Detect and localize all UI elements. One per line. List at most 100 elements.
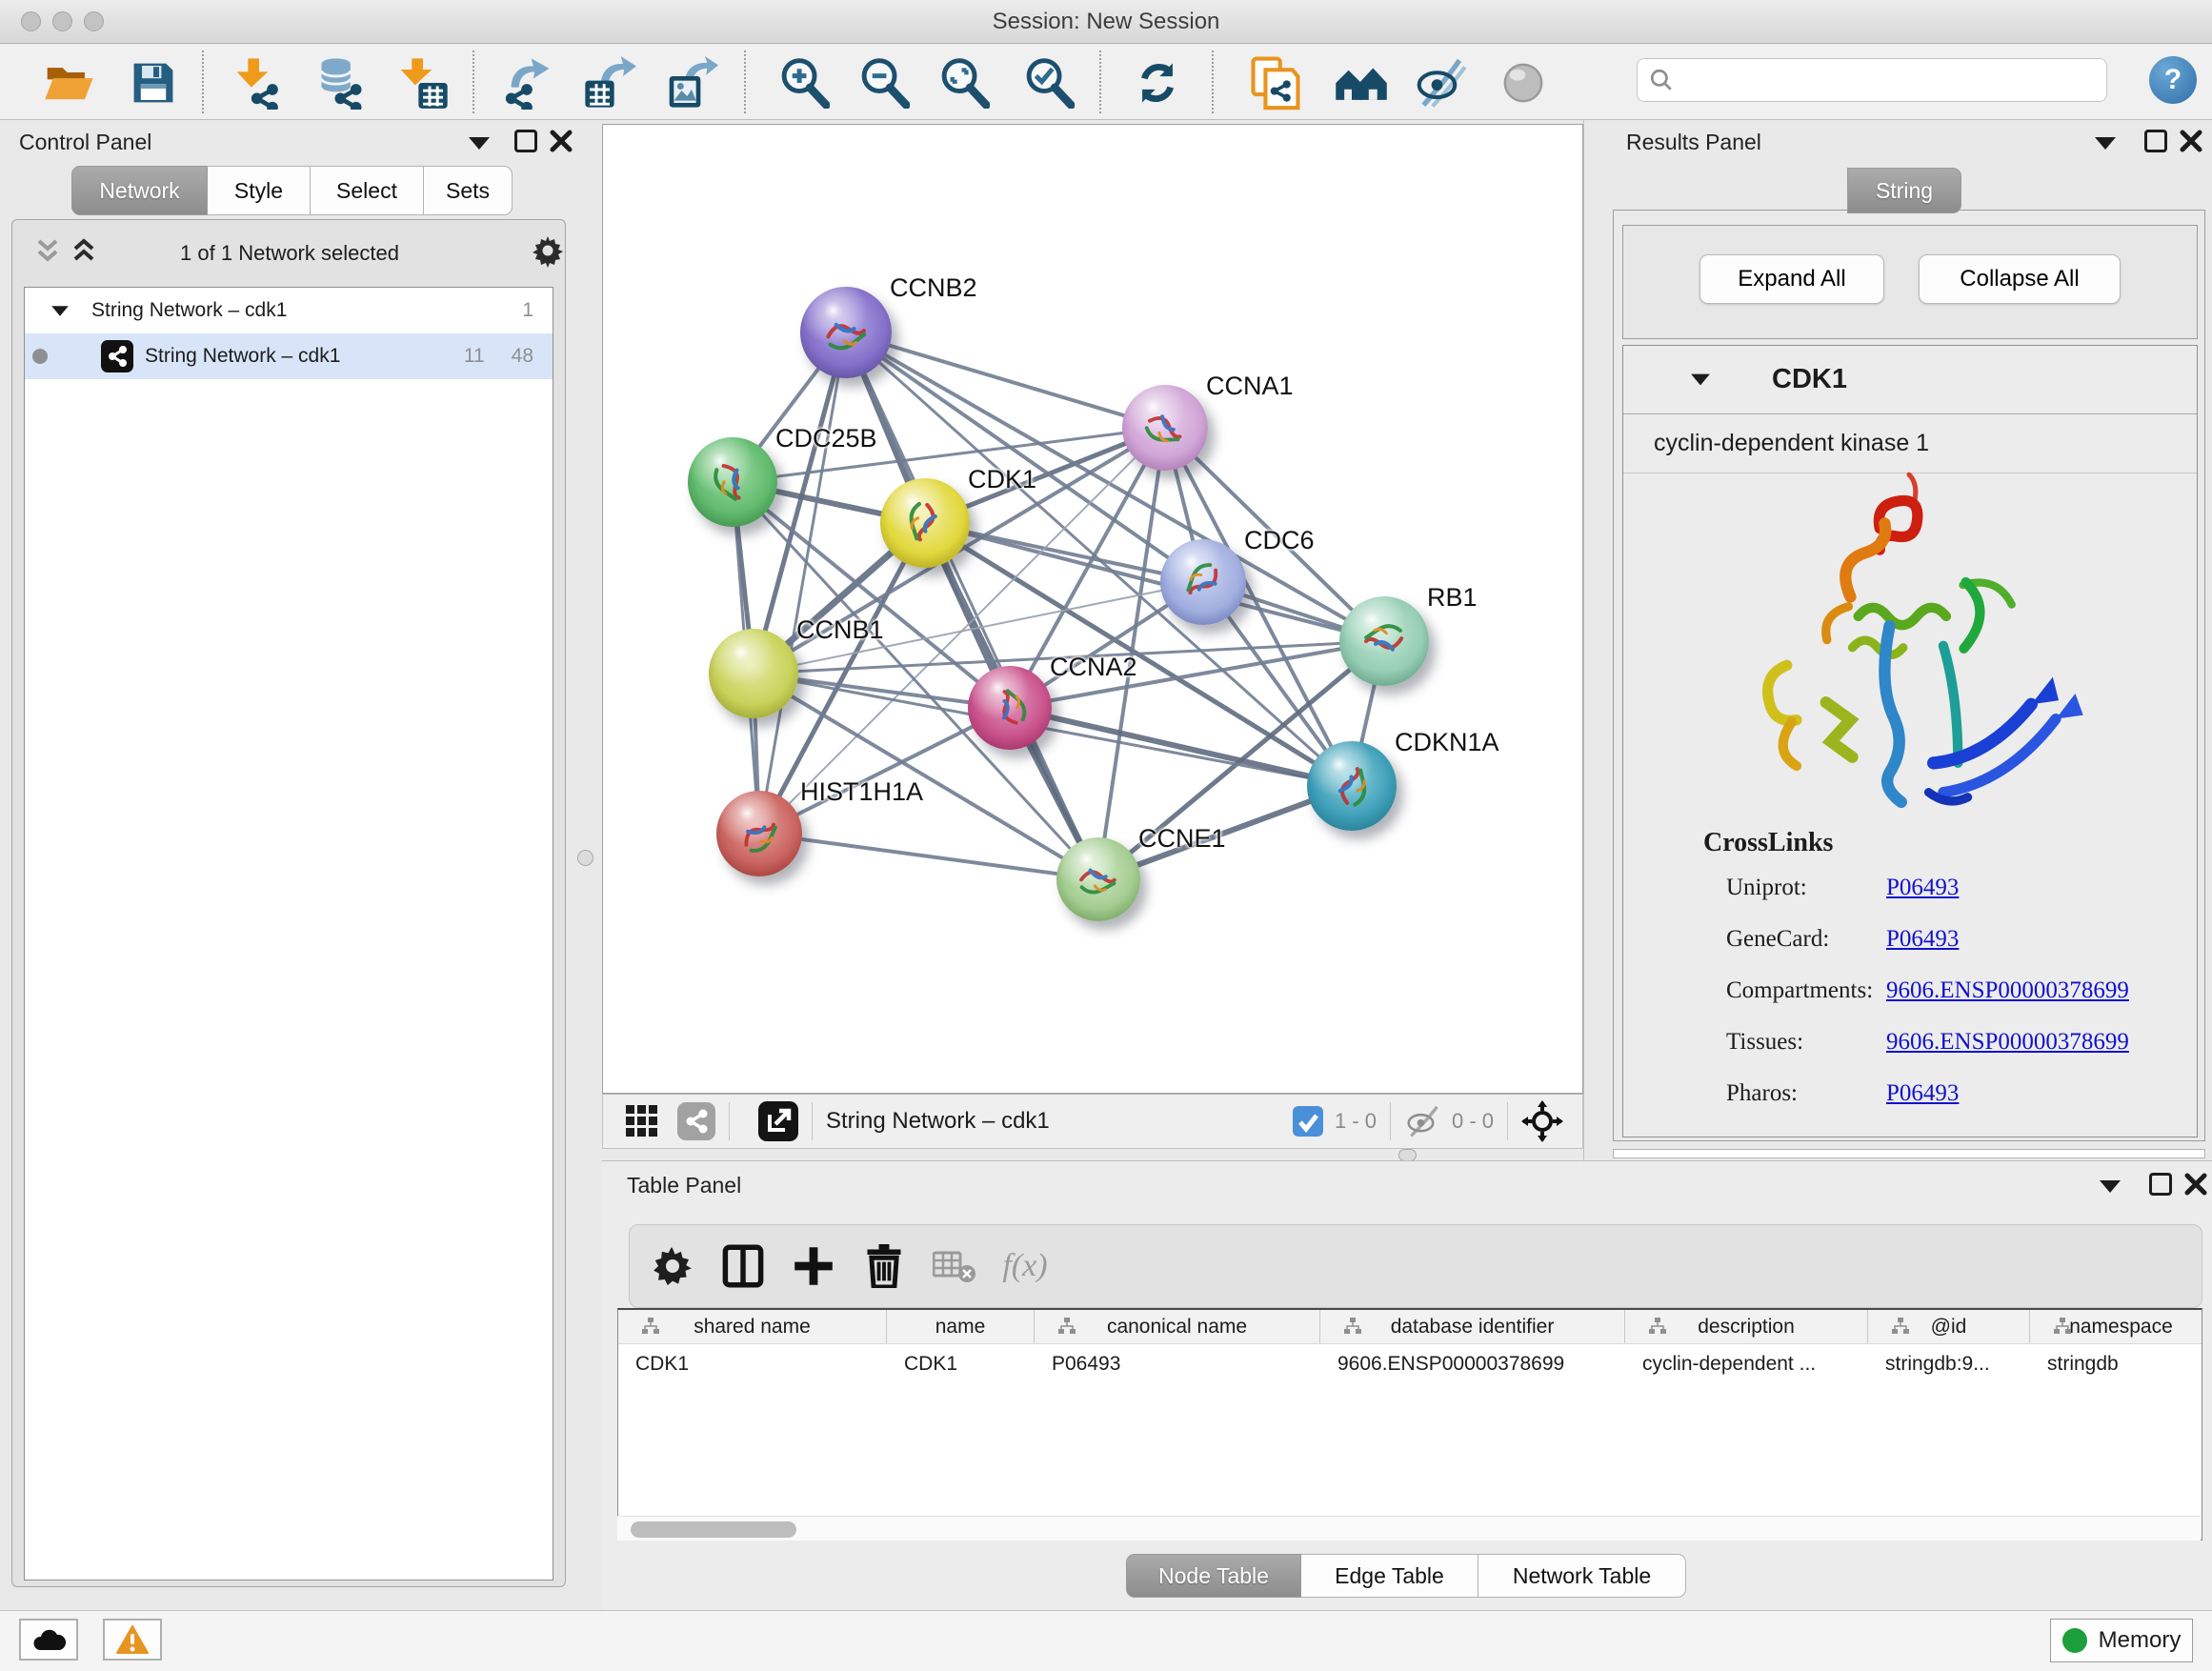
export-network-icon[interactable] [495, 52, 558, 113]
collapse-all-button[interactable]: Collapse All [1919, 254, 2121, 304]
zoom-window-button[interactable] [84, 11, 104, 31]
graph-node-rb1[interactable] [1339, 596, 1429, 686]
crosslink-link[interactable]: 9606.ENSP00000378699 [1886, 1029, 2129, 1056]
close-panel-icon[interactable] [2183, 1172, 2208, 1197]
graph-node-ccne1[interactable] [1056, 837, 1140, 921]
cloud-icon [31, 1627, 66, 1652]
share-icon[interactable] [677, 1102, 715, 1140]
graph-node-cdc25b[interactable] [688, 437, 777, 527]
column-header-canonical-name[interactable]: canonical name [1035, 1310, 1320, 1343]
column-header-description[interactable]: description [1625, 1310, 1868, 1343]
section-expander-icon[interactable] [1691, 374, 1710, 386]
crosslink-link[interactable]: P06493 [1886, 926, 1959, 953]
results-hscrollbar[interactable] [1613, 1149, 2205, 1158]
graph-node-ccna1[interactable] [1122, 385, 1208, 471]
save-session-icon[interactable] [122, 52, 185, 113]
table-hscrollbar-thumb[interactable] [631, 1521, 796, 1538]
open-in-new-window-icon[interactable] [758, 1101, 798, 1141]
zoom-out-icon[interactable] [853, 52, 915, 113]
import-network-icon[interactable] [228, 52, 291, 113]
zoom-fit-icon[interactable] [933, 52, 995, 113]
search-input[interactable] [1637, 58, 2107, 102]
column-header-label: database identifier [1391, 1316, 1555, 1339]
close-panel-icon[interactable] [549, 129, 573, 153]
tab-select[interactable]: Select [311, 166, 424, 215]
tab-node-table[interactable]: Node Table [1126, 1554, 1301, 1598]
show-column-panel-icon[interactable] [708, 1233, 778, 1299]
collection-expander-icon[interactable] [51, 306, 69, 315]
expand-all-button[interactable]: Expand All [1699, 254, 1884, 304]
left-splitter-handle[interactable] [577, 850, 593, 866]
memory-status-icon [2062, 1628, 2087, 1653]
birdseye-grid-icon[interactable] [624, 1103, 660, 1139]
column-header-name[interactable]: name [887, 1310, 1035, 1343]
protein-ribbon-icon [1067, 848, 1130, 911]
crosslink-link[interactable]: P06493 [1886, 875, 1959, 901]
crosslink-row: Tissues:9606.ENSP00000378699 [1623, 1017, 2199, 1068]
memory-button[interactable]: Memory [2050, 1619, 2193, 1662]
refresh-icon[interactable] [1126, 52, 1189, 113]
copy-share-document-icon[interactable] [1244, 52, 1307, 113]
hide-graphics-details-icon[interactable] [1409, 52, 1472, 113]
export-table-icon[interactable] [578, 52, 641, 113]
export-image-icon[interactable] [660, 52, 723, 113]
zoom-in-icon[interactable] [773, 52, 835, 113]
network-canvas[interactable]: CCNB2CCNA1CDC25BCDK1CDC6RB1CCNB1CCNA2CDK… [602, 124, 1583, 1094]
column-header--id[interactable]: @id [1868, 1310, 2030, 1343]
function-builder-icon[interactable]: f(x) [990, 1233, 1060, 1299]
float-panel-icon[interactable] [2149, 1173, 2172, 1196]
home-icon[interactable] [1330, 52, 1393, 113]
delete-column-icon[interactable] [849, 1233, 919, 1299]
graph-node-cdc6[interactable] [1160, 539, 1246, 625]
graph-node-hist1h1a[interactable] [716, 791, 802, 876]
node-label-rb1: RB1 [1427, 583, 1478, 613]
add-column-icon[interactable] [778, 1233, 849, 1299]
network-collection-row[interactable]: String Network – cdk1 1 [25, 288, 553, 333]
column-header-shared-name[interactable]: shared name [618, 1310, 887, 1343]
gear-icon[interactable] [531, 233, 565, 268]
tab-network-table[interactable]: Network Table [1478, 1554, 1686, 1598]
tab-sets[interactable]: Sets [424, 166, 513, 215]
tab-string[interactable]: String [1847, 168, 1961, 213]
import-network-from-database-icon[interactable] [307, 52, 370, 113]
graph-node-cdkn1a[interactable] [1307, 741, 1397, 831]
graph-node-ccna2[interactable] [968, 666, 1052, 750]
tab-network[interactable]: Network [71, 166, 208, 215]
results-tabs: String [1847, 168, 1961, 213]
graph-node-ccnb1[interactable] [709, 629, 798, 718]
panel-menu-icon[interactable] [469, 137, 490, 150]
cloud-button[interactable] [19, 1619, 78, 1661]
main-toolbar: ? [0, 45, 2212, 120]
column-header-namespace[interactable]: namespace [2030, 1310, 2202, 1343]
panel-menu-icon[interactable] [2095, 137, 2116, 150]
table-settings-gear-icon[interactable] [637, 1233, 708, 1299]
crosslink-link[interactable]: 9606.ENSP00000378699 [1886, 977, 2129, 1004]
network-row-selected[interactable]: String Network – cdk1 11 48 [25, 333, 553, 379]
selected-checkbox-icon[interactable] [1293, 1106, 1323, 1137]
open-session-icon[interactable] [38, 52, 101, 113]
graph-node-ccnb2[interactable] [800, 287, 892, 378]
graph-node-cdk1[interactable] [880, 478, 970, 568]
close-window-button[interactable] [21, 11, 41, 31]
crosslink-link[interactable]: P06493 [1886, 1080, 1959, 1107]
help-button[interactable]: ? [2149, 56, 2197, 104]
close-panel-icon[interactable] [2179, 129, 2203, 153]
network-manager-box: 1 of 1 Network selected String Network –… [11, 219, 566, 1587]
import-table-icon[interactable] [392, 52, 454, 113]
float-panel-icon[interactable] [514, 130, 537, 152]
column-header-database-identifier[interactable]: database identifier [1320, 1310, 1625, 1343]
tab-style[interactable]: Style [208, 166, 311, 215]
tab-edge-table[interactable]: Edge Table [1301, 1554, 1478, 1598]
hidden-eye-icon [1404, 1105, 1442, 1137]
float-panel-icon[interactable] [2144, 130, 2167, 152]
table-row[interactable]: CDK1CDK1P064939606.ENSP00000378699cyclin… [618, 1344, 2202, 1384]
show-graphics-details-icon[interactable] [1492, 52, 1555, 113]
zoom-selected-icon[interactable] [1017, 52, 1080, 113]
protein-section-header[interactable]: CDK1 [1623, 346, 2197, 414]
warning-button[interactable] [103, 1619, 162, 1661]
pan-crosshair-icon[interactable] [1521, 1100, 1563, 1142]
delete-table-icon[interactable] [919, 1233, 990, 1299]
network-selection-status: 1 of 1 Network selected [12, 241, 567, 266]
minimize-window-button[interactable] [52, 11, 72, 31]
panel-menu-icon[interactable] [2100, 1180, 2121, 1193]
